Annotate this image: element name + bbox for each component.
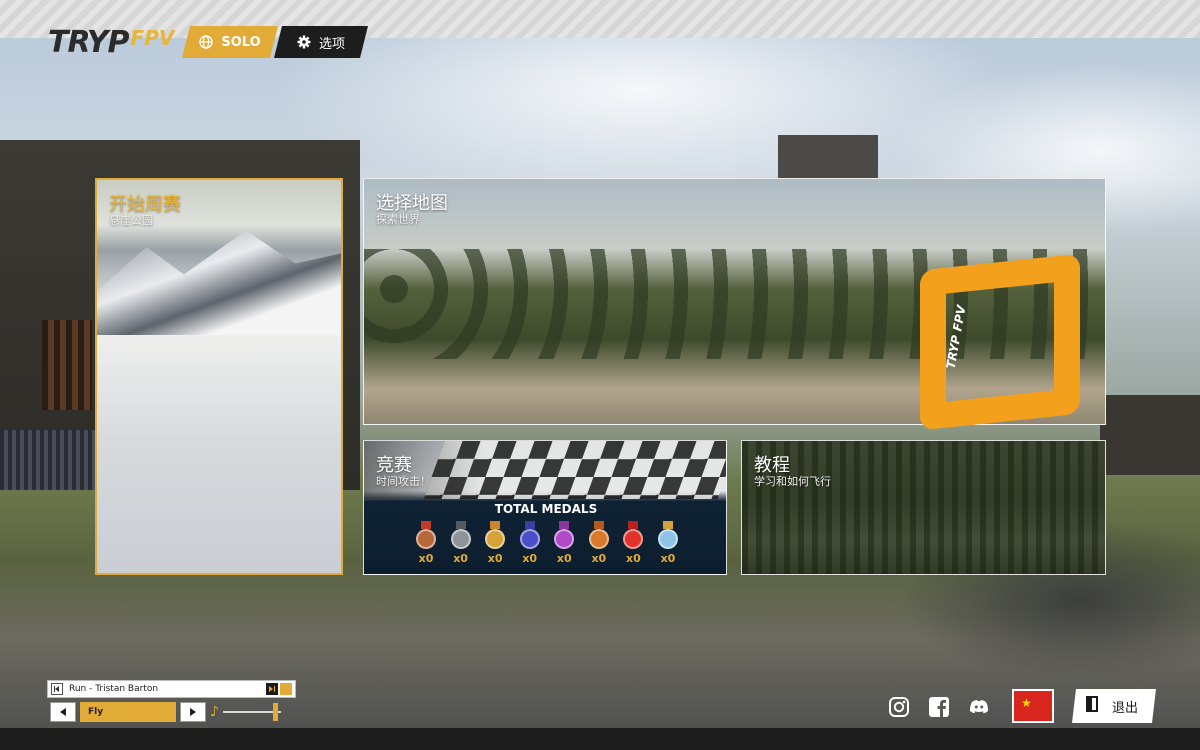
medal-ribbon <box>559 521 570 529</box>
select-map-subtitle: 探索世界 <box>376 213 420 226</box>
copper-medal-icon <box>588 529 609 549</box>
bottom-strip <box>0 728 1200 750</box>
music-genre[interactable]: Fly <box>80 702 176 722</box>
medal-ribbon <box>455 521 466 529</box>
top-bar <box>0 0 1200 38</box>
logo-sub-text: FPV <box>130 26 175 50</box>
total-medals-title: TOTAL MEDALS <box>494 502 598 516</box>
silver-medal-icon <box>450 529 471 549</box>
race-subtitle: 时间攻击！ <box>376 475 431 488</box>
medal-ribbon <box>490 521 501 529</box>
medal-item: x0 <box>550 521 578 565</box>
tutorial-card[interactable]: 教程 学习和如何飞行 <box>741 440 1106 575</box>
weekly-race-card[interactable]: 开始周赛 悬崖公园 <box>95 178 343 575</box>
exit-button[interactable]: 退出 <box>1072 689 1156 723</box>
medal-item: x0 <box>585 521 613 565</box>
stop-music-button[interactable] <box>280 683 292 695</box>
gear-icon <box>297 35 311 49</box>
medal-count: x0 <box>453 552 468 565</box>
volume-slider[interactable] <box>222 702 281 722</box>
volume-knob[interactable] <box>272 703 278 721</box>
china-flag-icon: ★ <box>1021 696 1032 710</box>
sapphire-medal-icon <box>519 529 540 549</box>
medal-count: x0 <box>522 552 538 565</box>
instagram-icon[interactable] <box>888 696 910 718</box>
diamond-medal-icon <box>657 529 678 549</box>
medal-item: x0 <box>654 521 682 565</box>
language-button[interactable]: ★ <box>1012 689 1054 723</box>
logo-main-text: TRYP <box>48 24 130 60</box>
medal-count: x0 <box>418 552 434 565</box>
race-gate-illustration <box>920 253 1080 431</box>
medal-item: x0 <box>447 521 475 565</box>
medal-item: x0 <box>516 521 544 565</box>
background-window <box>42 320 92 410</box>
medal-ribbon <box>421 521 431 529</box>
medal-row: x0 x0 x0 x0 x0 x0 x0 x0 <box>412 521 682 565</box>
background-wall <box>1100 395 1200 475</box>
medal-item: x0 <box>481 521 509 565</box>
next-genre-button[interactable] <box>180 702 206 722</box>
bronze-medal-icon <box>416 529 436 549</box>
music-track-bar: Run - Tristan Barton <box>47 680 296 698</box>
game-logo: TRYP FPV <box>48 24 174 60</box>
medal-count: x0 <box>660 552 676 565</box>
ruby-medal-icon <box>623 529 644 549</box>
tab-options-label: 选项 <box>318 36 345 52</box>
volume-icon: ♪ <box>210 704 219 720</box>
tab-solo-label: SOLO <box>221 34 261 50</box>
tab-options[interactable]: 选项 <box>274 26 368 58</box>
medal-ribbon <box>524 521 535 529</box>
forest-slope-illustration <box>742 441 1105 574</box>
music-controls: Fly ♪ <box>50 701 296 723</box>
track-name: Run - Tristan Barton <box>69 684 159 694</box>
exit-door-icon <box>1086 696 1100 716</box>
tab-solo[interactable]: SOLO <box>182 26 278 58</box>
medal-count: x0 <box>591 552 607 565</box>
weekly-race-subtitle: 悬崖公园 <box>109 214 153 227</box>
medal-item: x0 <box>412 521 440 565</box>
medal-count: x0 <box>487 552 503 565</box>
medal-ribbon <box>628 521 639 529</box>
previous-genre-button[interactable] <box>50 702 76 722</box>
mountain-illustration <box>97 230 341 335</box>
race-card[interactable]: 竞赛 时间攻击！ TOTAL MEDALS x0 x0 x0 x0 x0 x0 x0 x0 <box>363 440 727 575</box>
skip-track-button[interactable] <box>266 683 278 695</box>
exit-label: 退出 <box>1112 700 1139 716</box>
medal-ribbon <box>662 521 673 529</box>
playlist-icon <box>51 683 63 695</box>
medal-ribbon <box>593 521 604 529</box>
discord-icon[interactable] <box>968 696 990 718</box>
tutorial-subtitle: 学习和如何飞行 <box>754 475 831 488</box>
medal-count: x0 <box>626 552 641 565</box>
gold-medal-icon <box>485 529 506 549</box>
background-fence <box>0 430 100 490</box>
medal-item: x0 <box>619 521 647 565</box>
globe-icon <box>199 35 213 49</box>
medal-count: x0 <box>556 552 572 565</box>
amethyst-medal-icon <box>554 529 575 549</box>
facebook-icon[interactable] <box>928 696 950 718</box>
